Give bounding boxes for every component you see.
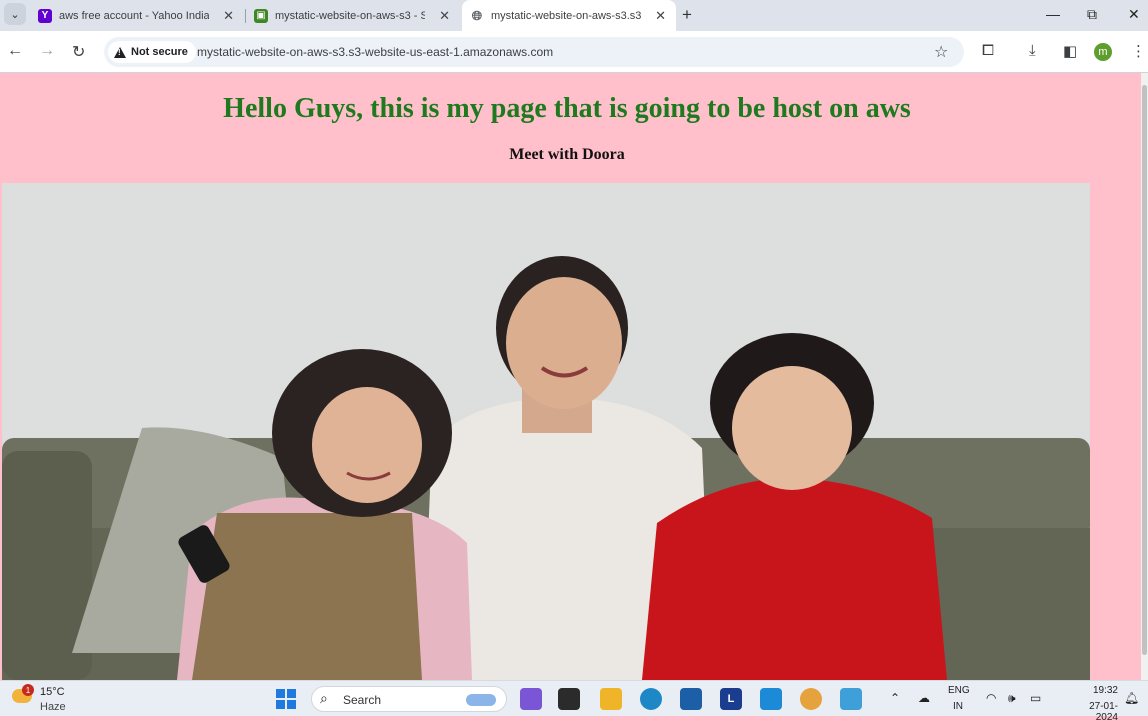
tab-title: mystatic-website-on-aws-s3.s3- xyxy=(491,9,641,22)
yahoo-icon: Y xyxy=(38,8,52,23)
address-bar[interactable]: Not secure mystatic-website-on-aws-s3.s3… xyxy=(104,37,964,67)
warning-icon xyxy=(114,46,126,58)
wifi-icon[interactable]: ◠ xyxy=(986,691,996,705)
family-photo-drawing xyxy=(2,183,1090,680)
show-hidden-icons-chevron-icon[interactable]: ⌃ xyxy=(890,691,900,705)
language-indicator[interactable]: ENG xyxy=(948,685,970,696)
notification-bell-icon[interactable]: 🔔︎ xyxy=(1124,691,1139,705)
girl-face xyxy=(312,387,422,503)
boy-shirt xyxy=(642,478,947,680)
edge-icon[interactable] xyxy=(640,688,662,710)
tab-static-website[interactable]: 🌐︎ mystatic-website-on-aws-s3.s3- ✕ xyxy=(462,0,676,31)
girl-overalls xyxy=(192,513,422,680)
profile-avatar[interactable]: m xyxy=(1094,43,1112,61)
search-highlight-icon xyxy=(466,694,496,706)
battery-icon[interactable]: ▭ xyxy=(1030,691,1041,705)
clock-time[interactable]: 19:32 xyxy=(1086,685,1118,696)
new-tab-button[interactable]: + xyxy=(682,5,692,25)
store-icon[interactable] xyxy=(680,688,702,710)
app-l-icon[interactable]: L xyxy=(720,688,742,710)
notepad-icon[interactable] xyxy=(840,688,862,710)
forward-arrow-icon[interactable]: → xyxy=(39,42,55,60)
volume-icon[interactable]: 🕪︎ xyxy=(1008,691,1016,706)
scrollbar-thumb[interactable] xyxy=(1142,85,1147,655)
weather-badge: 1 xyxy=(22,684,34,696)
tab-strip: ⌄ Y aws free account - Yahoo India ✕ ▣ m… xyxy=(0,0,1148,31)
search-icon: ⌕ xyxy=(320,690,328,706)
tab-s3-console[interactable]: ▣ mystatic-website-on-aws-s3 - S ✕ xyxy=(246,0,460,31)
close-tab-icon[interactable]: ✕ xyxy=(223,8,234,24)
url-text[interactable]: mystatic-website-on-aws-s3.s3-website-us… xyxy=(197,45,553,59)
reload-icon[interactable]: ↻ xyxy=(72,42,85,62)
side-panel-icon[interactable]: ◧ xyxy=(1063,42,1077,60)
close-tab-icon[interactable]: ✕ xyxy=(439,8,450,24)
boy-face xyxy=(732,366,852,490)
windows-logo-tile xyxy=(276,689,285,698)
menu-kebab-icon[interactable]: ⋮ xyxy=(1131,42,1146,60)
browser-toolbar: ← → ↻ Not secure mystatic-website-on-aws… xyxy=(0,31,1148,73)
download-icon[interactable]: ⤓ xyxy=(1029,42,1036,59)
web-page: Hello Guys, this is my page that is goin… xyxy=(0,73,1141,680)
clock-date[interactable]: 27-01-2024 xyxy=(1068,701,1118,723)
close-tab-icon[interactable]: ✕ xyxy=(655,8,666,24)
chrome-icon[interactable] xyxy=(800,688,822,710)
start-button[interactable] xyxy=(276,689,296,709)
language-region[interactable]: IN xyxy=(953,701,963,712)
woman-face xyxy=(506,277,622,409)
copilot-icon[interactable] xyxy=(520,688,542,710)
restore-icon[interactable]: ⧉ xyxy=(1087,6,1097,23)
windows-logo-tile xyxy=(287,689,296,698)
tab-title: aws free account - Yahoo India xyxy=(59,9,209,22)
windows-logo-tile xyxy=(287,700,296,709)
page-subheading: Meet with Doora xyxy=(509,146,625,163)
tab-title: mystatic-website-on-aws-s3 - S xyxy=(275,9,425,22)
close-window-icon[interactable]: ✕ xyxy=(1128,6,1140,23)
onedrive-cloud-icon[interactable]: ☁ xyxy=(918,691,930,705)
page-scrollbar[interactable] xyxy=(1141,73,1148,680)
minimize-icon[interactable]: — xyxy=(1046,6,1060,22)
taskbar-search[interactable]: ⌕ Search xyxy=(311,686,507,712)
search-label: Search xyxy=(343,693,382,707)
weather-temperature[interactable]: 15°C xyxy=(40,686,65,698)
family-photo xyxy=(2,183,1090,680)
windows-taskbar: 1 15°C Haze ⌕ Search L ⌃ ☁ ENG IN ◠ 🕪︎ ▭… xyxy=(0,680,1148,723)
security-label: Not secure xyxy=(131,46,188,58)
bookmark-star-icon[interactable]: ☆ xyxy=(934,42,948,62)
file-explorer-icon[interactable] xyxy=(600,688,622,710)
tab-yahoo[interactable]: Y aws free account - Yahoo India ✕ xyxy=(30,0,244,31)
task-view-icon[interactable] xyxy=(558,688,580,710)
security-chip[interactable]: Not secure xyxy=(108,41,196,63)
windows-logo-tile xyxy=(276,700,285,709)
tab-search-chevron-icon[interactable]: ⌄ xyxy=(4,3,26,25)
extensions-icon[interactable]: ⧠ xyxy=(982,42,994,59)
weather-condition[interactable]: Haze xyxy=(40,701,66,713)
back-arrow-icon[interactable]: ← xyxy=(7,42,23,60)
s3-icon: ▣ xyxy=(254,8,268,23)
app-blue-icon[interactable] xyxy=(760,688,782,710)
globe-icon: 🌐︎ xyxy=(470,7,484,23)
page-heading: Hello Guys, this is my page that is goin… xyxy=(223,93,911,124)
